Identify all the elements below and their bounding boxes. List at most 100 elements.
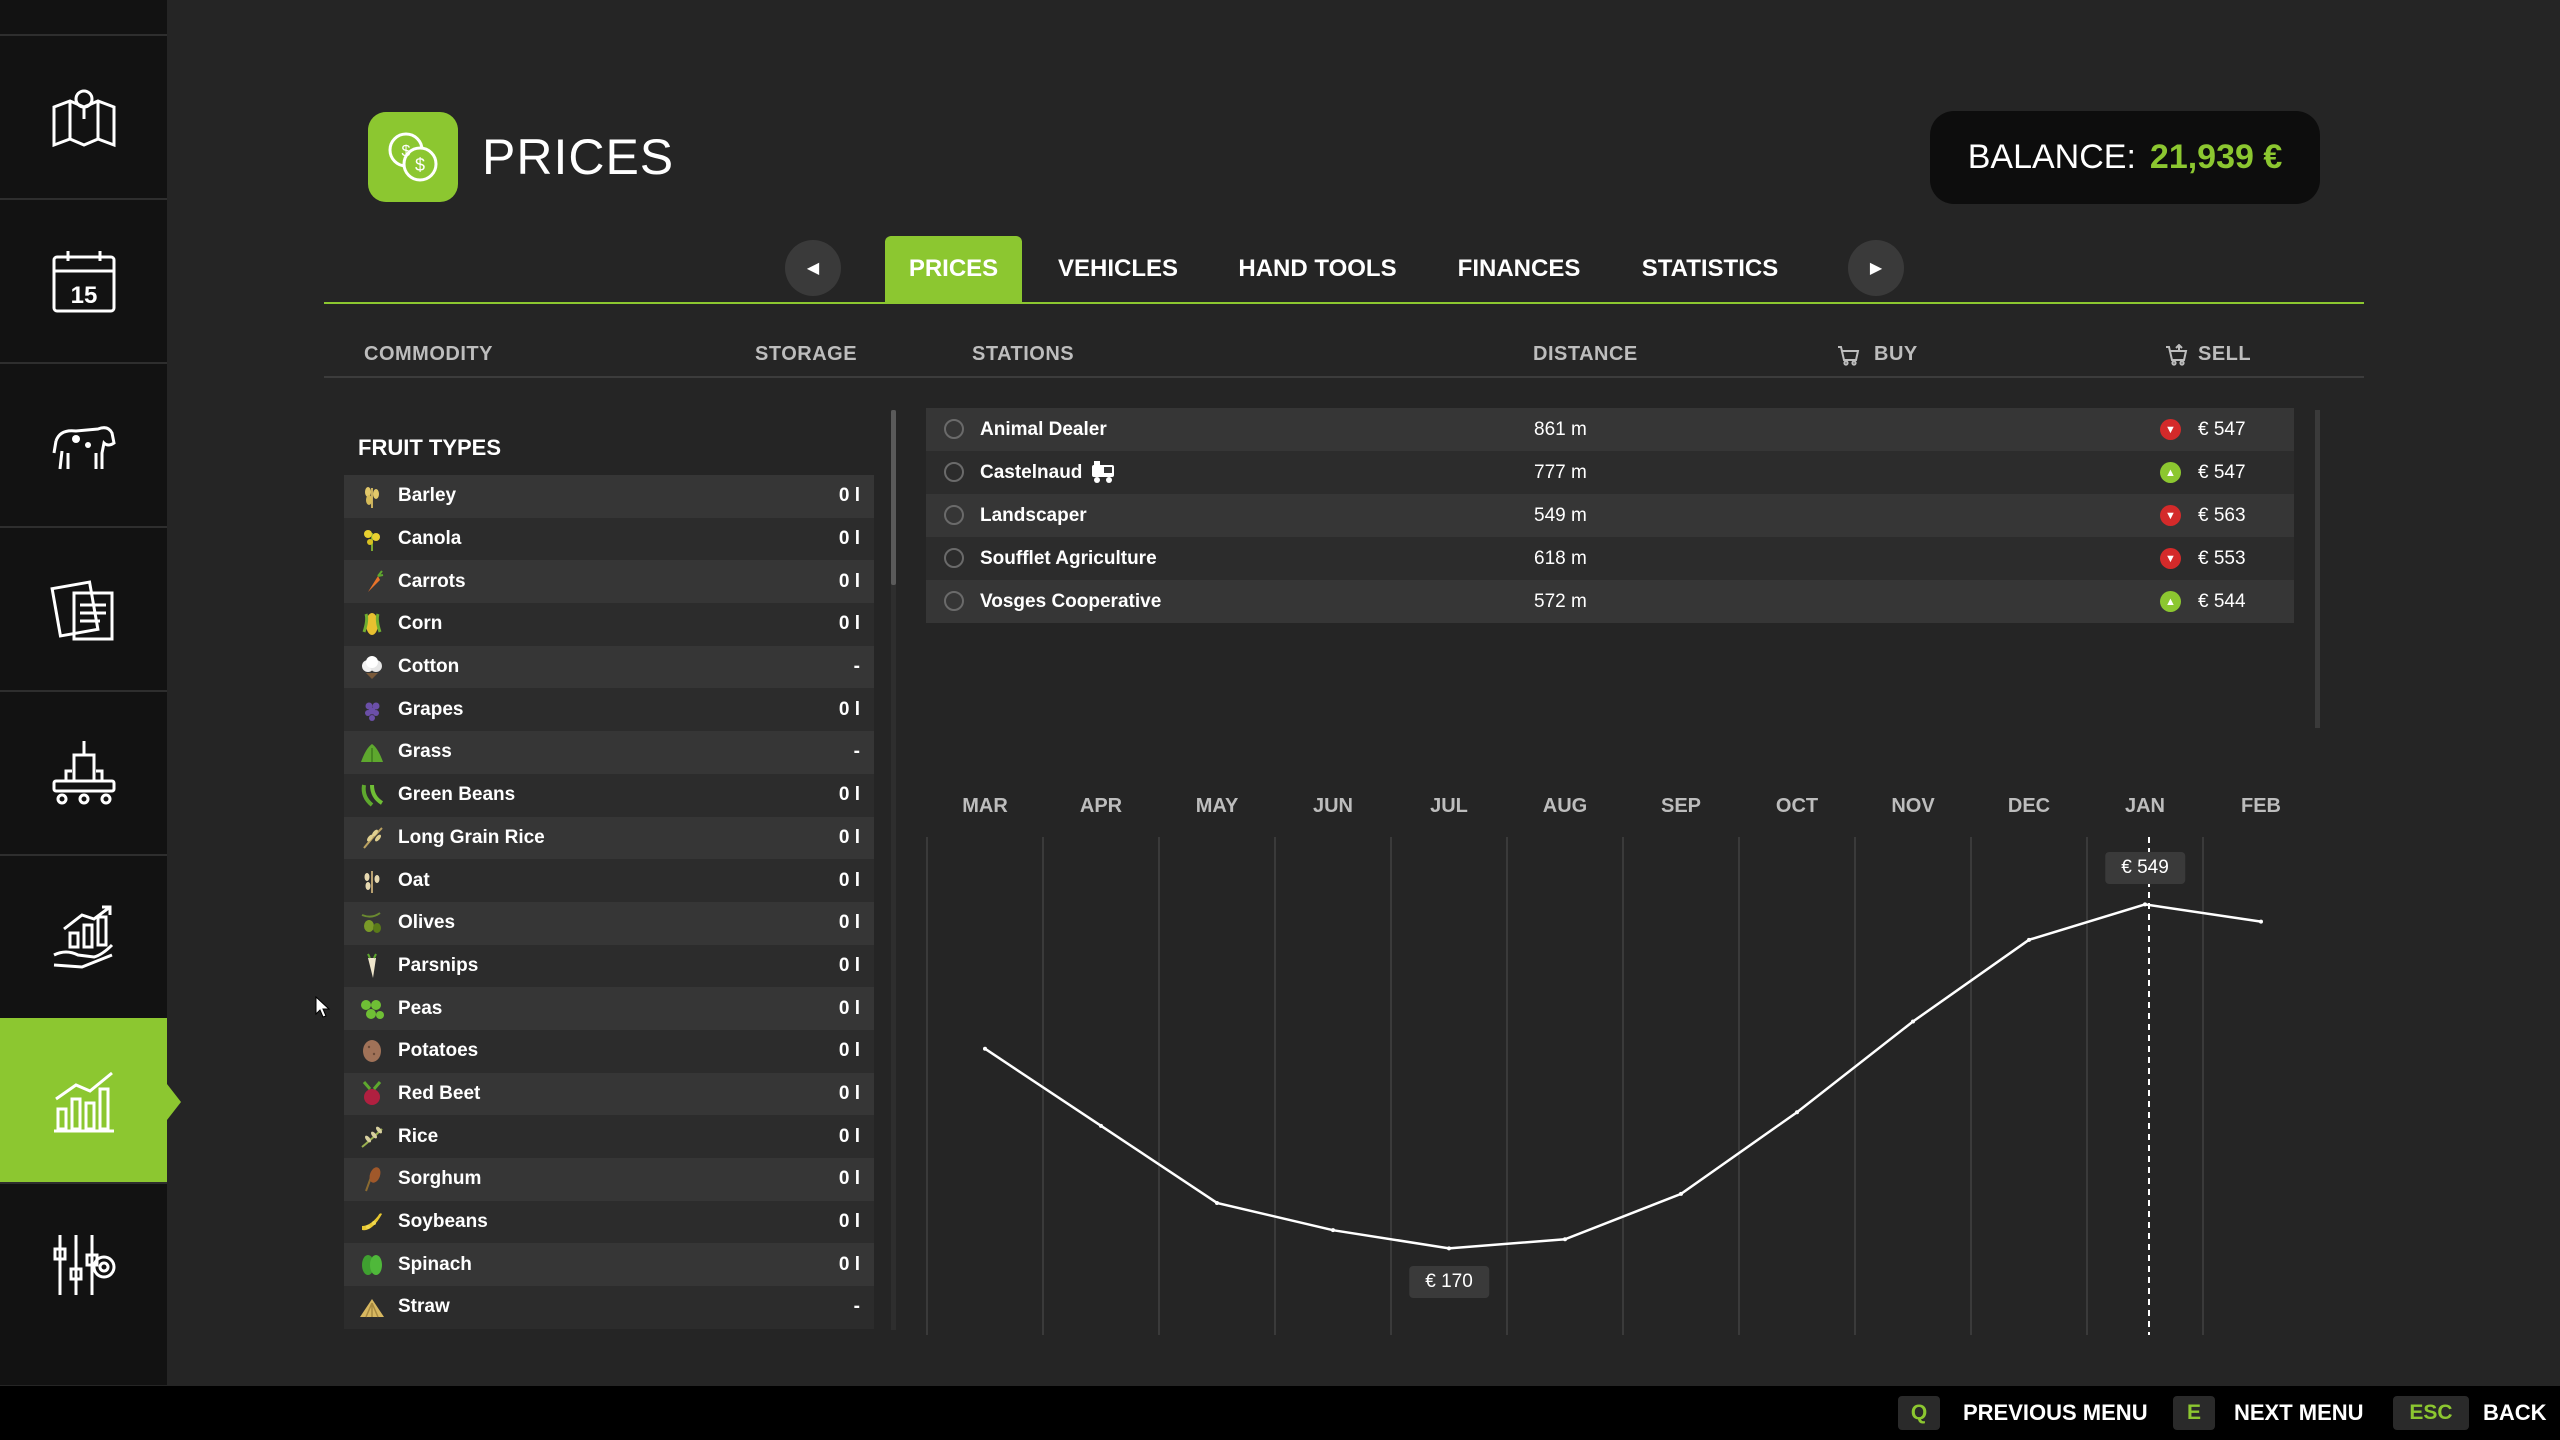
column-storage: STORAGE [755, 343, 858, 365]
commodity-storage: - [853, 656, 860, 678]
tab-prices[interactable]: PRICES [885, 236, 1022, 302]
price-history-chart: MAR APR MAY JUN JUL AUG SEP OCT NOV DEC JAN FEB € 17… [926, 795, 2316, 1335]
station-distance: 549 m [1534, 504, 1587, 526]
commodity-row[interactable]: Barley 0 l [344, 475, 874, 518]
price-point [1215, 1200, 1219, 1205]
tab-vehicles[interactable]: VEHICLES [1042, 236, 1194, 302]
map-icon [52, 89, 115, 148]
commodity-name: Long Grain Rice [398, 826, 545, 848]
key-e[interactable]: E [2173, 1396, 2215, 1430]
commodity-row[interactable]: Soybeans 0 l [344, 1200, 874, 1244]
station-name: Vosges Cooperative [980, 590, 1162, 612]
key-esc[interactable]: ESC [2393, 1396, 2469, 1430]
station-row[interactable]: Vosges Cooperative 572 m ▲ € 544 [926, 580, 2294, 623]
commodity-name: Green Beans [398, 784, 516, 806]
commodity-storage: 0 l [838, 997, 860, 1019]
tab-finances[interactable]: FINANCES [1440, 236, 1598, 302]
key-q[interactable]: Q [1898, 1396, 1940, 1430]
commodity-row[interactable]: Long Grain Rice 0 l [344, 816, 874, 860]
commodity-row[interactable]: Parsnips 0 l [344, 944, 874, 988]
commodity-row[interactable]: Grapes 0 l [344, 688, 874, 732]
contracts-icon [49, 580, 113, 641]
commodity-storage: - [853, 1296, 860, 1318]
commodity-row[interactable]: Straw - [344, 1286, 874, 1329]
active-indicator [167, 1084, 181, 1120]
column-sell: SELL [2164, 343, 2251, 366]
commodity-name: Canola [398, 528, 462, 550]
olives-icon [358, 909, 386, 937]
next-tab-button[interactable]: ▶ [1848, 240, 1904, 296]
commodity-row[interactable]: Rice 0 l [344, 1115, 874, 1158]
commodity-scrollbar-thumb[interactable] [891, 410, 896, 585]
previous-menu-button[interactable]: PREVIOUS MENU [1963, 1400, 2148, 1426]
commodity-storage: 0 l [838, 1211, 860, 1233]
month-label: JAN [2124, 795, 2166, 817]
prices-page-icon: $ $ [368, 112, 458, 202]
commodity-row[interactable]: Oat 0 l [344, 859, 874, 902]
commodity-name: Parsnips [398, 954, 479, 976]
commodity-row[interactable]: Olives 0 l [344, 901, 874, 945]
station-distance: 861 m [1534, 418, 1587, 440]
station-row[interactable]: Landscaper 549 m ▼ € 563 [926, 494, 2294, 537]
commodity-row[interactable]: Canola 0 l [344, 517, 874, 561]
station-scrollbar[interactable] [2315, 410, 2320, 728]
sorghum-icon [358, 1165, 386, 1193]
commodity-name: Carrots [398, 570, 466, 592]
commodity-row[interactable]: Cotton - [344, 645, 874, 689]
commodity-row[interactable]: Carrots 0 l [344, 560, 874, 604]
min-price-label: € 170 [1409, 1266, 1489, 1299]
oat-icon [358, 867, 386, 895]
commodity-storage: 0 l [838, 1040, 860, 1062]
prev-tab-button[interactable]: ◀ [785, 240, 841, 296]
commodity-row[interactable]: Sorghum 0 l [344, 1158, 874, 1201]
commodity-storage: 0 l [838, 954, 860, 976]
tab-statistics[interactable]: STATISTICS [1632, 236, 1788, 302]
rice-icon [358, 1123, 386, 1151]
sidebar-item-contracts[interactable] [0, 526, 167, 690]
potato-icon [358, 1037, 386, 1065]
commodity-row[interactable]: Corn 0 l [344, 603, 874, 646]
commodity-row[interactable]: Potatoes 0 l [344, 1029, 874, 1073]
station-name: Landscaper [980, 504, 1087, 526]
next-menu-button[interactable]: NEXT MENU [2234, 1400, 2364, 1426]
sidebar-item-economy[interactable] [0, 854, 167, 1018]
commodity-row[interactable]: Grass - [344, 731, 874, 774]
back-button[interactable]: BACK [2483, 1400, 2547, 1426]
arrow-right-icon: ▶ [1869, 260, 1883, 277]
price-point [1679, 1191, 1683, 1196]
clock-icon [944, 505, 964, 525]
commodity-row[interactable]: Red Beet 0 l [344, 1072, 874, 1116]
sidebar-item-production[interactable] [0, 690, 167, 854]
column-buy: BUY [1836, 343, 1918, 366]
station-sell-price: € 547 [2198, 418, 2246, 440]
commodity-name: Sorghum [398, 1168, 482, 1190]
spinach-icon [358, 1251, 386, 1279]
trend-down-icon: ▼ [2160, 419, 2181, 440]
commodity-name: Peas [398, 997, 443, 1019]
sidebar-item-settings[interactable] [0, 1182, 167, 1346]
buy-cart-icon [1838, 345, 1860, 366]
commodity-storage: 0 l [838, 1253, 860, 1275]
commodity-row[interactable]: Green Beans 0 l [344, 773, 874, 817]
trend-down-icon: ▼ [2160, 505, 2181, 526]
sidebar-item-animals[interactable] [0, 362, 167, 526]
commodity-row[interactable]: Spinach 0 l [344, 1243, 874, 1287]
month-label: JUN [1312, 795, 1354, 817]
group-label-fruit-types: FRUIT TYPES [358, 435, 502, 460]
commodity-name: Corn [398, 613, 443, 635]
month-label: JUL [1430, 795, 1468, 817]
sidebar-item-calendar[interactable]: 15 [0, 198, 167, 362]
calendar-icon: 15 [52, 251, 115, 313]
soybeans-icon [358, 1208, 386, 1236]
station-name: Animal Dealer [980, 418, 1107, 440]
sidebar-item-prices[interactable] [0, 1018, 181, 1182]
station-name: Castelnaud [980, 461, 1083, 483]
station-row[interactable]: Soufflet Agriculture 618 m ▼ € 553 [926, 537, 2294, 580]
station-row[interactable]: Castelnaud 777 m ▲ € 547 [926, 451, 2294, 494]
commodity-row[interactable]: Peas 0 l [344, 987, 874, 1030]
tab-hand-tools[interactable]: HAND TOOLS [1230, 236, 1405, 302]
clock-icon [944, 462, 964, 482]
commodity-name: Grapes [398, 698, 464, 720]
sidebar-item-map[interactable] [0, 34, 167, 198]
station-row[interactable]: Animal Dealer 861 m ▼ € 547 [926, 408, 2294, 451]
